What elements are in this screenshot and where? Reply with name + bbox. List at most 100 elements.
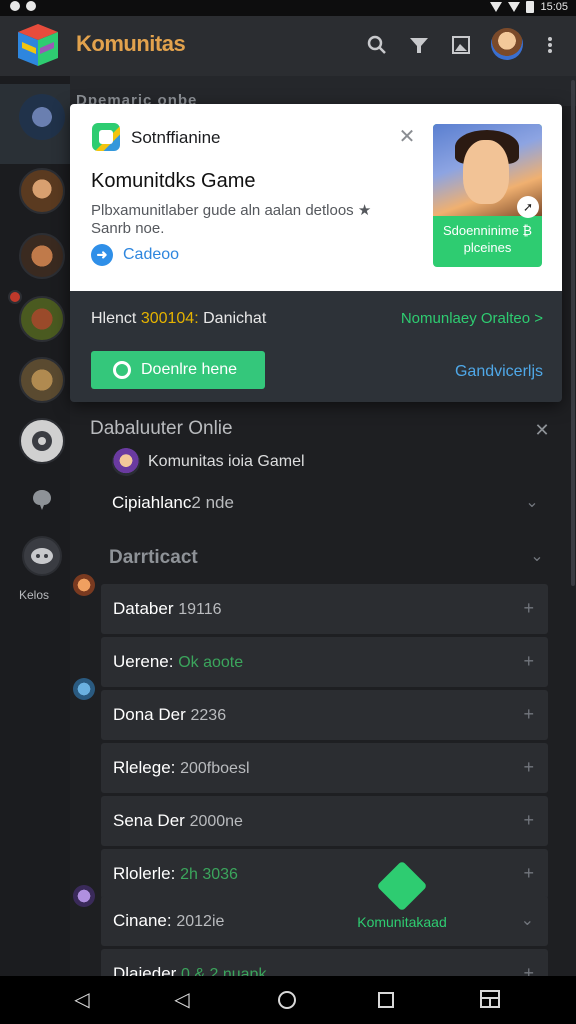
home-icon[interactable]: [275, 988, 299, 1012]
secondary-link[interactable]: Gandvicerljs: [455, 363, 543, 381]
server-item-active[interactable]: [0, 84, 70, 164]
row-label: Rlolerle:: [113, 864, 176, 883]
category-label: Cipiahlanc: [112, 493, 192, 512]
row-label: Sena Der: [113, 811, 185, 830]
app-bar: Komunitas: [0, 16, 576, 76]
section2-title: Darrticact: [109, 547, 198, 568]
status-bar: 15:05: [0, 0, 576, 16]
app-logo-icon: [18, 24, 58, 66]
member-avatar[interactable]: [73, 885, 95, 907]
app-root: 15:05 Komunitas Kelos Dpemaric onbe Sotn…: [0, 0, 576, 1024]
share-icon[interactable]: ➚: [517, 196, 539, 218]
chevron-down-icon[interactable]: ⌄: [522, 492, 542, 512]
close-icon[interactable]: ✕: [396, 126, 418, 148]
row-label: Rlelege:: [113, 758, 176, 777]
filter-icon[interactable]: [408, 34, 430, 56]
category-value: 2 nde: [191, 493, 234, 512]
server-item-4[interactable]: [19, 296, 65, 342]
arrow-icon: ➜: [91, 244, 113, 266]
member-avatar[interactable]: [73, 574, 95, 596]
row-label: Dona Der: [113, 705, 186, 724]
stats-prefix: Hlenct: [91, 310, 137, 327]
card-link-label: Cadeoo: [123, 246, 180, 263]
image-icon[interactable]: [450, 34, 472, 56]
sub-avatar: [112, 448, 140, 476]
row-text: Databer 19116: [113, 599, 222, 619]
app-title: Komunitas: [76, 31, 186, 56]
list-item[interactable]: Rlelege: 200fboesl +: [101, 743, 548, 793]
watermark: Komunitakaad: [346, 860, 458, 930]
sub-label: Komunitas ioia Gamel: [148, 453, 305, 470]
stats-count: 300104:: [140, 310, 199, 327]
signal-icon: [508, 2, 521, 12]
chevron-down-icon[interactable]: ⌄: [527, 546, 547, 566]
row-text: Dona Der 2236: [113, 705, 226, 725]
plus-icon[interactable]: +: [523, 810, 534, 831]
server-item-6[interactable]: [19, 418, 65, 464]
card-brand: Sotnffianine: [131, 128, 221, 147]
row-text: Uerene: Ok aoote: [113, 652, 243, 672]
stats-link[interactable]: Nomunlaey Oralteo >: [401, 310, 543, 327]
row-text: Cinane: 2012ie: [113, 911, 224, 931]
member-avatar[interactable]: [73, 678, 95, 700]
list-item[interactable]: Databer 19116 +: [101, 584, 548, 634]
sub-channel[interactable]: Komunitas ioia Gamel: [112, 448, 305, 476]
notification-icon: [10, 1, 20, 11]
plus-icon[interactable]: +: [523, 598, 534, 619]
list-item[interactable]: Rlolerle: 2h 3036 +: [101, 849, 548, 899]
back-icon[interactable]: ◁: [70, 988, 94, 1012]
server-notification-badge: [8, 290, 22, 304]
row-value: Ok aoote: [178, 654, 244, 671]
status-right: 15:05: [490, 1, 568, 13]
row-value: 2000ne: [189, 813, 243, 830]
card-title: Komunitdks Game: [91, 170, 256, 192]
list-item[interactable]: Dona Der 2236 +: [101, 690, 548, 740]
list-item[interactable]: Sena Der 2000ne +: [101, 796, 548, 846]
back-icon-secondary[interactable]: ◁: [170, 988, 194, 1012]
row-text: Rlolerle: 2h 3036: [113, 864, 238, 884]
profile-avatar[interactable]: [491, 28, 523, 60]
scrollbar[interactable]: [571, 80, 575, 586]
battery-icon: [526, 1, 535, 13]
server-header: Dpemaric onbe: [70, 76, 576, 109]
discord-icon[interactable]: [22, 536, 62, 576]
status-left: [10, 1, 36, 11]
card-link[interactable]: ➜ Cadeoo: [91, 244, 179, 266]
system-nav-bar: ◁ ◁: [0, 976, 576, 1024]
plus-icon[interactable]: +: [523, 704, 534, 725]
plus-icon[interactable]: +: [523, 651, 534, 672]
chat-icon[interactable]: [30, 488, 54, 512]
section-close-icon[interactable]: ✕: [532, 420, 552, 440]
chevron-down-icon[interactable]: ⌄: [521, 910, 534, 930]
app-icon: [92, 123, 120, 151]
server-item-5[interactable]: [19, 357, 65, 403]
list-item[interactable]: Cinane: 2012ie ⌄: [101, 896, 548, 946]
join-button[interactable]: Doenlre hene: [91, 351, 265, 389]
more-icon[interactable]: [539, 34, 561, 56]
row-label: Databer: [113, 599, 174, 618]
watermark-logo-icon: [376, 860, 428, 912]
sidebar-label: Kelos: [19, 588, 50, 602]
row-text: Sena Der 2000ne: [113, 811, 243, 831]
server-icon-active: [19, 94, 65, 140]
promo-text: Sdoenninime ₿ plceines: [442, 223, 533, 255]
promo-face: [463, 140, 509, 204]
plus-icon[interactable]: +: [523, 757, 534, 778]
list-item[interactable]: Uerene: Ok aoote +: [101, 637, 548, 687]
row-value: 2h 3036: [180, 866, 238, 883]
gear-icon: [32, 431, 52, 451]
server-item-3[interactable]: [19, 233, 65, 279]
promo-card: Sotnffianine ✕ Komunitdks Game Plbxamuni…: [70, 104, 562, 291]
row-label: Cinane:: [113, 911, 172, 930]
server-item-2[interactable]: [19, 168, 65, 214]
server-sidebar: Kelos: [0, 76, 70, 976]
promo-tile[interactable]: ➚ Sdoenninime ₿ plceines: [433, 124, 542, 267]
grid-icon[interactable]: [478, 988, 502, 1012]
plus-icon[interactable]: +: [523, 863, 534, 884]
recents-icon[interactable]: [374, 988, 398, 1012]
category-row[interactable]: Cipiahlanc2 nde: [112, 493, 234, 513]
search-icon[interactable]: [366, 34, 388, 56]
row-value: 19116: [178, 601, 222, 618]
stats-suffix: Danichat: [203, 310, 267, 327]
promo-panel: Sotnffianine ✕ Komunitdks Game Plbxamuni…: [70, 104, 562, 402]
